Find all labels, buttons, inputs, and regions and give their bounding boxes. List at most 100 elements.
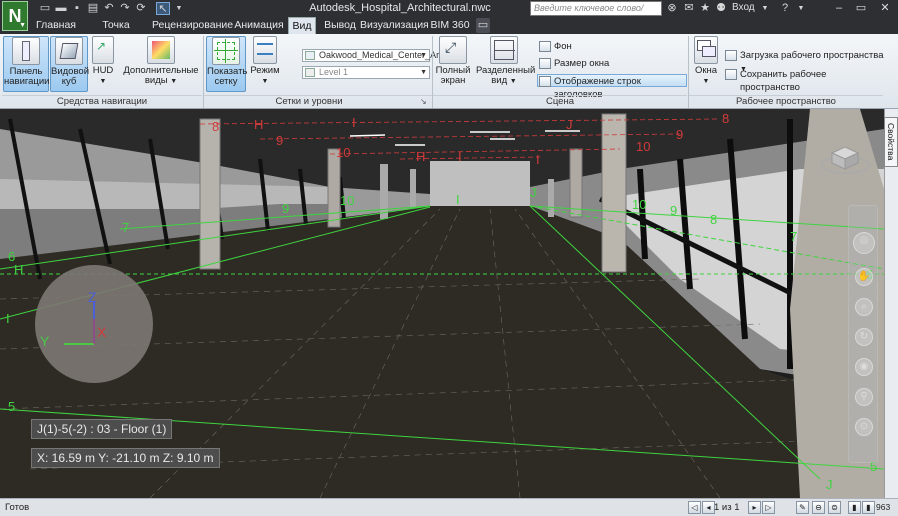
model-select-value: Oakwood_Medical_Center_Ar...	[319, 50, 447, 60]
tab-output[interactable]: Вывод	[322, 17, 358, 34]
z-axis-label: Z	[88, 289, 97, 305]
tab-bim360[interactable]: BIM 360	[428, 17, 472, 34]
scene-render[interactable]: 8 H 9 I J 10 H I I 10 8 9 7 6 H 9 10 I J…	[0, 109, 884, 498]
new-file-icon[interactable]: ▭	[38, 2, 52, 15]
grid-mode-button[interactable]: Режим ▼	[248, 36, 282, 92]
y-axis-label: Y	[40, 333, 50, 349]
first-sheet-icon[interactable]: ◁	[688, 501, 701, 514]
window-title: Autodesk_Hospital_Architectural.nwc	[309, 2, 491, 14]
cpu-gauge-icon: ▮	[862, 501, 875, 514]
load-workspace-button[interactable]: Загрузка рабочего пространства ▼	[724, 49, 888, 73]
windows-icon	[694, 36, 718, 64]
undo-icon[interactable]: ↶	[102, 2, 116, 15]
show-grid-button[interactable]: Показать сетку	[206, 36, 247, 92]
grid-label: I	[456, 192, 460, 207]
open-folder-icon[interactable]: ▬	[54, 2, 68, 15]
minimize-button[interactable]: –	[828, 0, 850, 16]
quick-access-dropdown-icon[interactable]: ▼	[172, 2, 186, 15]
viewcube-button[interactable]: Видовой куб	[50, 36, 89, 92]
pan-hand-icon[interactable]: ✋	[855, 268, 873, 286]
tab-viewpoint[interactable]: Точка обзора	[84, 17, 148, 47]
performance-pencil-icon[interactable]: ✎	[796, 501, 809, 514]
ribbon-minimize-icon[interactable]: ▭	[476, 18, 490, 33]
star-icon[interactable]: ★	[698, 1, 712, 16]
windows-button[interactable]: Окна ▼	[692, 36, 720, 92]
walk-icon[interactable]: ⚲	[855, 388, 873, 406]
ribbon-tabs: Главная Точка обзора Рецензирование Аним…	[0, 17, 898, 47]
viewcube-widget[interactable]	[820, 135, 870, 175]
grid-label: 9	[670, 203, 677, 218]
print-icon[interactable]: ▤	[86, 2, 100, 15]
refresh-icon[interactable]: ⟳	[134, 2, 148, 15]
grid-label: H	[14, 262, 23, 277]
login-link[interactable]: Вход	[732, 2, 755, 13]
header-rows-toggle[interactable]: Отображение строк заголовков	[537, 74, 687, 100]
help-icon[interactable]: ?	[778, 1, 792, 16]
tab-animation[interactable]: Анимация	[234, 17, 284, 34]
application-menu-button[interactable]: N ▼	[2, 1, 28, 31]
chevron-down-icon: ▼	[170, 78, 178, 85]
grid-label: 10	[632, 197, 646, 212]
chevron-down-icon: ▼	[99, 78, 107, 85]
orbit-icon[interactable]: ↻	[855, 328, 873, 346]
web-server-icon[interactable]: ⊜	[828, 501, 841, 514]
level-select[interactable]: Level 1 ▼	[302, 66, 430, 79]
grid-label: 9	[282, 201, 289, 216]
chevron-down-icon: ▼	[420, 69, 427, 76]
grid-label: 7	[122, 220, 129, 235]
workspace-panel-title[interactable]: Рабочее пространство	[689, 96, 883, 108]
maximize-button[interactable]: ▭	[850, 0, 872, 16]
scene-panel-title[interactable]: Сцена	[433, 96, 687, 108]
grid-label: 7	[790, 229, 797, 244]
properties-tab[interactable]: Свойства	[884, 117, 898, 167]
panel-launcher-icon[interactable]: ↘	[420, 97, 427, 106]
redo-icon[interactable]: ↷	[118, 2, 132, 15]
select-cursor-icon[interactable]: ↖	[156, 2, 170, 15]
save-workspace-button[interactable]: Сохранить рабочее пространство	[724, 68, 888, 93]
navigation-panel-title[interactable]: Средства навигации	[2, 96, 202, 108]
tab-rendering[interactable]: Визуализация	[360, 17, 429, 34]
disk-icon[interactable]: ⊖	[812, 501, 825, 514]
login-dropdown-icon[interactable]: ▼	[758, 1, 772, 16]
binoculars-icon[interactable]: ⊗	[665, 1, 679, 16]
grid-mode-label: Режим	[250, 65, 280, 76]
header-rows-icon	[539, 76, 551, 87]
hud-button[interactable]: ↗ HUD ▼	[90, 36, 116, 92]
3d-viewport[interactable]: 8 H 9 I J 10 H I I 10 8 9 7 6 H 9 10 I J…	[0, 109, 898, 498]
grids-panel-title[interactable]: Сетки и уровни	[204, 96, 414, 108]
next-sheet-icon[interactable]: ▸	[748, 501, 761, 514]
steering-wheel-icon[interactable]: ◎	[853, 232, 875, 254]
split-view-label: Разделенный вид	[476, 65, 536, 86]
grid-label: I	[6, 311, 10, 326]
save-icon[interactable]: ▪	[70, 2, 84, 15]
background-icon	[539, 41, 551, 52]
user-icon[interactable]: ⚉	[714, 1, 728, 16]
background-button[interactable]: Фон	[538, 40, 678, 53]
grid-label: 8	[710, 212, 717, 227]
zoom-window-icon[interactable]: ⌕	[855, 298, 873, 316]
tab-review[interactable]: Рецензирование	[152, 17, 233, 34]
grid-label: J	[826, 477, 833, 492]
additional-views-icon	[147, 36, 175, 64]
last-sheet-icon[interactable]: ▷	[762, 501, 775, 514]
grid-label: J	[566, 117, 573, 132]
help-dropdown-icon[interactable]: ▼	[794, 1, 808, 16]
viewcube-label: Видовой куб	[51, 66, 89, 87]
additional-views-button[interactable]: Дополнительные виды ▼	[122, 36, 200, 92]
model-select[interactable]: Oakwood_Medical_Center_Ar... ▼	[302, 49, 446, 62]
grid-label: 5	[8, 399, 15, 414]
docked-panels-strip: Свойства	[884, 109, 898, 498]
window-size-button[interactable]: Размер окна	[538, 57, 678, 70]
split-view-button[interactable]: Разделенный вид ▼	[476, 36, 536, 92]
fullscreen-button[interactable]: ⤢ Полный экран	[434, 36, 472, 92]
focus-icon[interactable]: ⊙	[855, 418, 873, 436]
look-around-icon[interactable]: ◉	[855, 358, 873, 376]
tab-view[interactable]: Вид	[288, 17, 316, 34]
close-button[interactable]: ✕	[874, 0, 896, 16]
search-input[interactable]: Введите ключевое слово/фразу	[530, 1, 662, 26]
navigation-panel-button[interactable]: Панель навигации	[3, 36, 49, 92]
subscription-icon[interactable]: ✉	[682, 1, 696, 16]
chevron-down-icon: ▼	[19, 22, 26, 29]
tab-home[interactable]: Главная	[34, 17, 78, 34]
additional-views-label: Дополнительные виды	[123, 65, 199, 86]
